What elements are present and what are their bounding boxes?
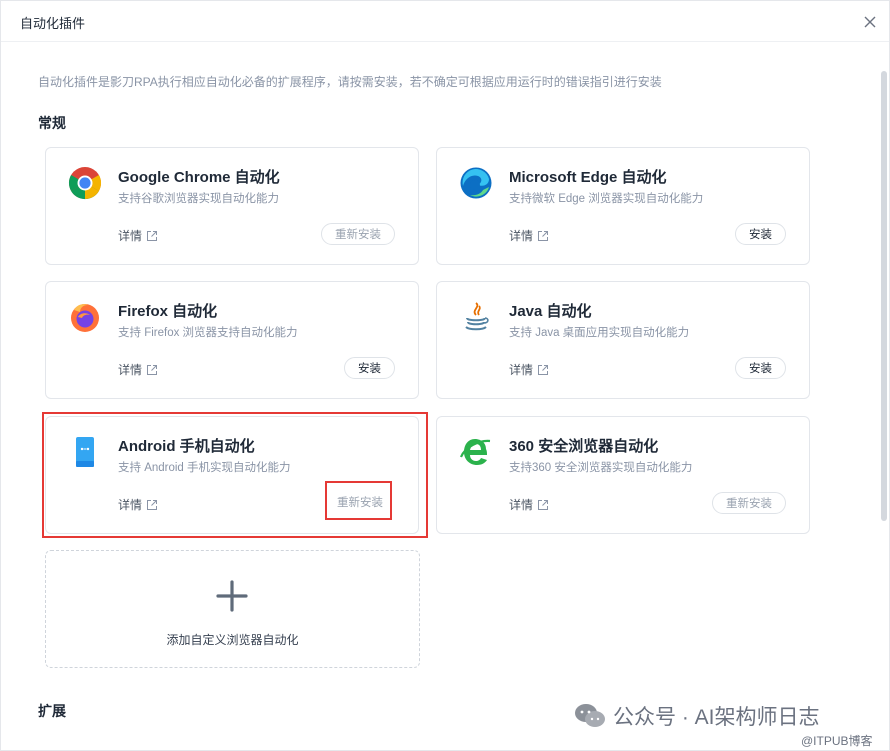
plugin-description: 支持 Firefox 浏览器支持自动化能力 xyxy=(118,327,298,339)
plugin-name: 360 安全浏览器自动化 xyxy=(509,438,659,455)
plugin-card-android: Android 手机自动化 支持 Android 手机实现自动化能力 详情 重新… xyxy=(45,416,419,534)
dialog-description: 自动化插件是影刀RPA执行相应自动化必备的扩展程序，请按需安装，若不确定可根据应… xyxy=(38,75,662,89)
external-link-icon xyxy=(538,230,549,241)
detail-label: 详情 xyxy=(509,229,534,243)
detail-label: 详情 xyxy=(509,363,534,377)
plugin-card-java: Java 自动化 支持 Java 桌面应用实现自动化能力 详情 安装 xyxy=(436,281,810,399)
detail-label: 详情 xyxy=(118,229,143,243)
detail-link[interactable]: 详情 xyxy=(118,227,158,244)
plugin-description: 支持360 安全浏览器实现自动化能力 xyxy=(509,462,693,474)
add-custom-browser-label: 添加自定义浏览器自动化 xyxy=(166,633,299,647)
plugin-description: 支持微软 Edge 浏览器实现自动化能力 xyxy=(509,193,704,205)
watermark: 公众号 · AI架构师日志 xyxy=(573,701,820,731)
watermark-sub: @ITPUB博客 xyxy=(801,734,873,748)
chrome-icon xyxy=(68,166,102,200)
plugin-name: Google Chrome 自动化 xyxy=(118,169,280,186)
detail-link[interactable]: 详情 xyxy=(118,496,158,513)
external-link-icon xyxy=(538,364,549,375)
install-button[interactable]: 安装 xyxy=(735,223,786,245)
external-link-icon xyxy=(147,230,158,241)
plugin-name: Android 手机自动化 xyxy=(118,438,255,455)
plugin-description: 支持 Android 手机实现自动化能力 xyxy=(118,462,291,474)
reinstall-button[interactable]: 重新安装 xyxy=(321,223,395,245)
external-link-icon xyxy=(147,364,158,375)
android-phone-icon xyxy=(68,435,102,469)
detail-link[interactable]: 详情 xyxy=(509,496,549,513)
install-button[interactable]: 安装 xyxy=(344,357,395,379)
plugin-card-360-browser: 360 安全浏览器自动化 支持360 安全浏览器实现自动化能力 详情 重新安装 xyxy=(436,416,810,534)
360-browser-icon xyxy=(459,435,493,469)
detail-link[interactable]: 详情 xyxy=(509,227,549,244)
install-button[interactable]: 安装 xyxy=(735,357,786,379)
reinstall-button[interactable]: 重新安装 xyxy=(712,492,786,514)
plugin-name: Java 自动化 xyxy=(509,303,592,320)
add-custom-browser-card[interactable]: 添加自定义浏览器自动化 xyxy=(45,550,420,668)
detail-link[interactable]: 详情 xyxy=(118,361,158,378)
plugin-description: 支持谷歌浏览器实现自动化能力 xyxy=(118,193,279,205)
section-title-extension: 扩展 xyxy=(38,703,66,719)
plugin-dialog: 自动化插件 自动化插件是影刀RPA执行相应自动化必备的扩展程序，请按需安装，若不… xyxy=(0,0,890,751)
dialog-title: 自动化插件 xyxy=(20,16,86,31)
external-link-icon xyxy=(147,499,158,510)
wechat-icon xyxy=(575,704,605,727)
detail-label: 详情 xyxy=(509,498,534,512)
plus-icon xyxy=(215,579,249,613)
plugin-card-chrome: Google Chrome 自动化 支持谷歌浏览器实现自动化能力 详情 重新安装 xyxy=(45,147,419,265)
scrollbar-thumb[interactable] xyxy=(881,71,887,521)
close-button[interactable] xyxy=(859,11,881,33)
detail-label: 详情 xyxy=(118,498,143,512)
edge-icon xyxy=(459,166,493,200)
detail-label: 详情 xyxy=(118,363,143,377)
java-icon xyxy=(459,300,493,334)
plugin-card-edge: Microsoft Edge 自动化 支持微软 Edge 浏览器实现自动化能力 … xyxy=(436,147,810,265)
plugin-name: Microsoft Edge 自动化 xyxy=(509,169,667,186)
external-link-icon xyxy=(538,499,549,510)
dialog-titlebar: 自动化插件 xyxy=(1,1,889,42)
close-icon xyxy=(864,16,876,28)
plugin-description: 支持 Java 桌面应用实现自动化能力 xyxy=(509,327,690,339)
watermark-text: 公众号 · AI架构师日志 xyxy=(613,706,820,729)
firefox-icon xyxy=(68,300,102,334)
plugin-name: Firefox 自动化 xyxy=(118,303,218,320)
plugin-card-firefox: Firefox 自动化 支持 Firefox 浏览器支持自动化能力 详情 安装 xyxy=(45,281,419,399)
reinstall-button[interactable]: 重新安装 xyxy=(324,492,396,514)
detail-link[interactable]: 详情 xyxy=(509,361,549,378)
section-title-general: 常规 xyxy=(38,115,66,131)
